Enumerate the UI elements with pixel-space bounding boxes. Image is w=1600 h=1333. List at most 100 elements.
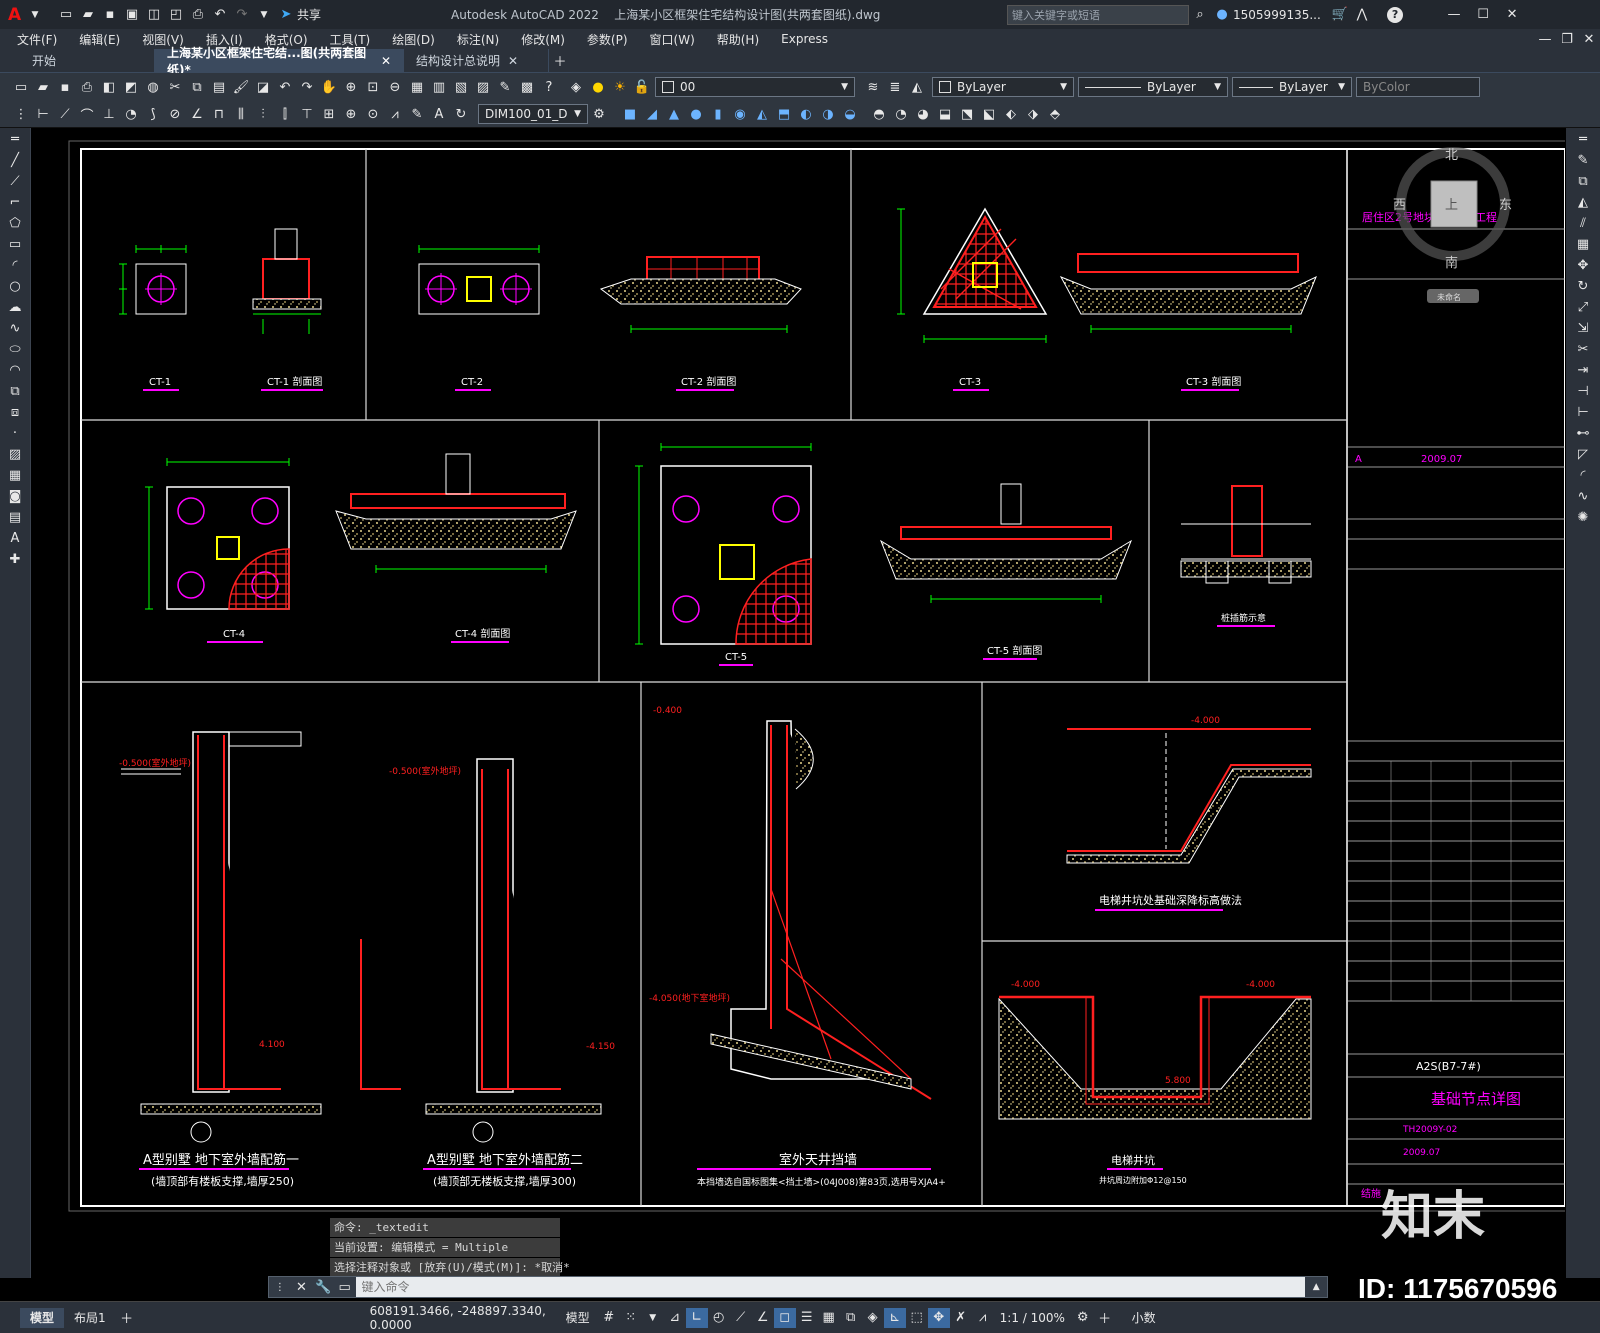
angular-icon[interactable]: ∠	[187, 104, 207, 124]
hatch-icon[interactable]: ▨	[2, 444, 28, 464]
undo-icon[interactable]: ↶	[275, 77, 295, 97]
viewcube-north[interactable]: 北	[1445, 148, 1458, 163]
erase-icon[interactable]: ✎	[1569, 150, 1597, 170]
dim-update-icon[interactable]: ↻	[451, 104, 471, 124]
open-file-icon[interactable]: ▰	[78, 5, 98, 25]
redo-icon[interactable]: ↷	[232, 5, 252, 25]
doc-minimize-icon[interactable]: —	[1535, 29, 1555, 49]
blend-icon[interactable]: ∿	[1569, 486, 1597, 506]
break-at-point-icon[interactable]: ⊣	[1569, 381, 1597, 401]
doc-restore-icon[interactable]: ❐	[1557, 29, 1577, 49]
construction-line-icon[interactable]: ⟋	[2, 171, 28, 191]
ordinate-icon[interactable]: ⊥	[99, 104, 119, 124]
section-plane-icon[interactable]: ⬕	[979, 104, 999, 124]
tab-start[interactable]: 开始	[20, 48, 155, 73]
save-as-icon[interactable]: ▣	[122, 5, 142, 25]
doc-close-icon[interactable]: ✕	[1579, 29, 1599, 49]
diameter-icon[interactable]: ⊘	[165, 104, 185, 124]
web-open-icon[interactable]: ◫	[144, 5, 164, 25]
cone-icon[interactable]: ▲	[664, 104, 684, 124]
insert-block-icon[interactable]: ⧉	[2, 381, 28, 401]
drawing-sheet[interactable]: CT-1 CT-1 剖面图 CT-2 CT-2 剖面图 CT-3 CT-3 剖面	[31, 129, 1565, 1277]
annotation-scale[interactable]: 1:1 / 100%	[1000, 1311, 1072, 1325]
loft-icon[interactable]: ◒	[840, 104, 860, 124]
3d-rotate-icon[interactable]: ⬗	[1023, 104, 1043, 124]
arc-length-icon[interactable]: ⌒	[77, 104, 97, 124]
layer-bulb-icon[interactable]: ●	[588, 77, 608, 97]
extrude-icon[interactable]: ⬒	[774, 104, 794, 124]
dynamic-ucs-icon[interactable]: ⊾	[883, 1307, 906, 1328]
inspect-icon[interactable]: ⊙	[363, 104, 383, 124]
user-icon[interactable]: ●	[1212, 5, 1232, 25]
baseline-icon[interactable]: ⫼	[231, 104, 251, 124]
app-menu-chevron-icon[interactable]: ▼	[25, 5, 45, 25]
paste-icon[interactable]: ▤	[209, 77, 229, 97]
tab-close-icon[interactable]: ✕	[381, 54, 391, 68]
polar-icon[interactable]: ◴	[708, 1308, 730, 1328]
command-input[interactable]	[355, 1277, 1306, 1297]
search-box[interactable]: 键入关键字或短语	[1007, 4, 1190, 25]
cart-icon[interactable]: 🛒	[1330, 5, 1350, 25]
layer-iso-icon[interactable]: ◭	[907, 77, 927, 97]
move-icon[interactable]: ✥	[1569, 255, 1597, 275]
radius-icon[interactable]: ◔	[121, 104, 141, 124]
region-icon[interactable]: ◙	[2, 486, 28, 506]
drawing-canvas[interactable]: CT-1 CT-1 剖面图 CT-2 CT-2 剖面图 CT-3 CT-3 剖面	[31, 129, 1565, 1277]
tab-close-icon[interactable]: ✕	[508, 54, 518, 68]
intersect-icon[interactable]: ◕	[913, 104, 933, 124]
undo-icon[interactable]: ↶	[210, 5, 230, 25]
circle-icon[interactable]: ○	[2, 276, 28, 296]
new-icon[interactable]: ▭	[11, 77, 31, 97]
units-value[interactable]: 小数	[1132, 1309, 1156, 1326]
plotstyle-dropdown[interactable]: ByColor	[1356, 77, 1480, 97]
tab-model[interactable]: 模型	[20, 1307, 65, 1328]
menu-dimension[interactable]: 标注(N)	[446, 31, 510, 48]
3d-dwf-icon[interactable]: ◍	[143, 77, 163, 97]
aligned-dim-icon[interactable]: ⟋	[55, 104, 75, 124]
make-current-layer-icon[interactable]: ≋	[863, 77, 883, 97]
subtract-icon[interactable]: ◔	[891, 104, 911, 124]
menu-file[interactable]: 文件(F)	[6, 31, 68, 48]
selection-cycling-icon[interactable]: ⧉	[840, 1308, 862, 1328]
close-icon[interactable]: ✕	[1502, 5, 1522, 25]
plot-icon[interactable]: ⎙	[188, 5, 208, 25]
command-history-chevron-icon[interactable]: ▲	[1306, 1277, 1326, 1297]
pyramid-icon[interactable]: ◭	[752, 104, 772, 124]
jogged-icon[interactable]: ⟆	[143, 104, 163, 124]
array-icon[interactable]: ▦	[1569, 234, 1597, 254]
torus-icon[interactable]: ◉	[730, 104, 750, 124]
box-icon[interactable]: ■	[620, 104, 640, 124]
calculator-icon[interactable]: ▩	[517, 77, 537, 97]
menu-express[interactable]: Express	[770, 32, 839, 46]
new-file-icon[interactable]: ▭	[56, 5, 76, 25]
mtext-icon[interactable]: A	[2, 528, 28, 548]
command-recent-icon[interactable]: ▭	[335, 1277, 355, 1297]
save-icon[interactable]: ▪	[55, 77, 75, 97]
menu-window[interactable]: 窗口(W)	[639, 31, 706, 48]
share-icon[interactable]: ➤	[276, 5, 296, 25]
minimize-icon[interactable]: —	[1444, 5, 1464, 25]
ellipse-icon[interactable]: ⬭	[2, 339, 28, 359]
share-button[interactable]: 共享	[297, 6, 321, 23]
tab-active-drawing[interactable]: 上海某小区框架住宅结...图(共两套图纸)* ✕	[155, 46, 404, 77]
menu-parametric[interactable]: 参数(P)	[576, 31, 639, 48]
ortho-icon[interactable]: ∟	[685, 1307, 708, 1328]
add-layout-icon[interactable]: ＋	[116, 1308, 138, 1328]
search-icon[interactable]: ⌕	[1190, 5, 1210, 25]
layer-properties-icon[interactable]: ◈	[566, 77, 586, 97]
rotate-icon[interactable]: ↻	[1569, 276, 1597, 296]
explode-icon[interactable]: ✺	[1569, 507, 1597, 527]
sweep-icon[interactable]: ◑	[818, 104, 838, 124]
app-logo[interactable]: A	[8, 5, 24, 25]
continue-icon[interactable]: ⫶	[253, 104, 273, 124]
toolbar-handle-icon[interactable]: ═	[2, 129, 28, 149]
menu-draw[interactable]: 绘图(D)	[381, 31, 446, 48]
jogged-linear-icon[interactable]: ⩘	[385, 104, 405, 124]
stretch-icon[interactable]: ⇲	[1569, 318, 1597, 338]
copy-icon[interactable]: ⧉	[187, 77, 207, 97]
annotation-monitor-icon[interactable]: ＋	[1094, 1308, 1116, 1328]
layer-sun-icon[interactable]: ☀	[610, 77, 630, 97]
viewcube-south[interactable]: 南	[1445, 255, 1458, 271]
tolerance-icon[interactable]: ⊞	[319, 104, 339, 124]
zoom-realtime-icon[interactable]: ⊕	[341, 77, 361, 97]
